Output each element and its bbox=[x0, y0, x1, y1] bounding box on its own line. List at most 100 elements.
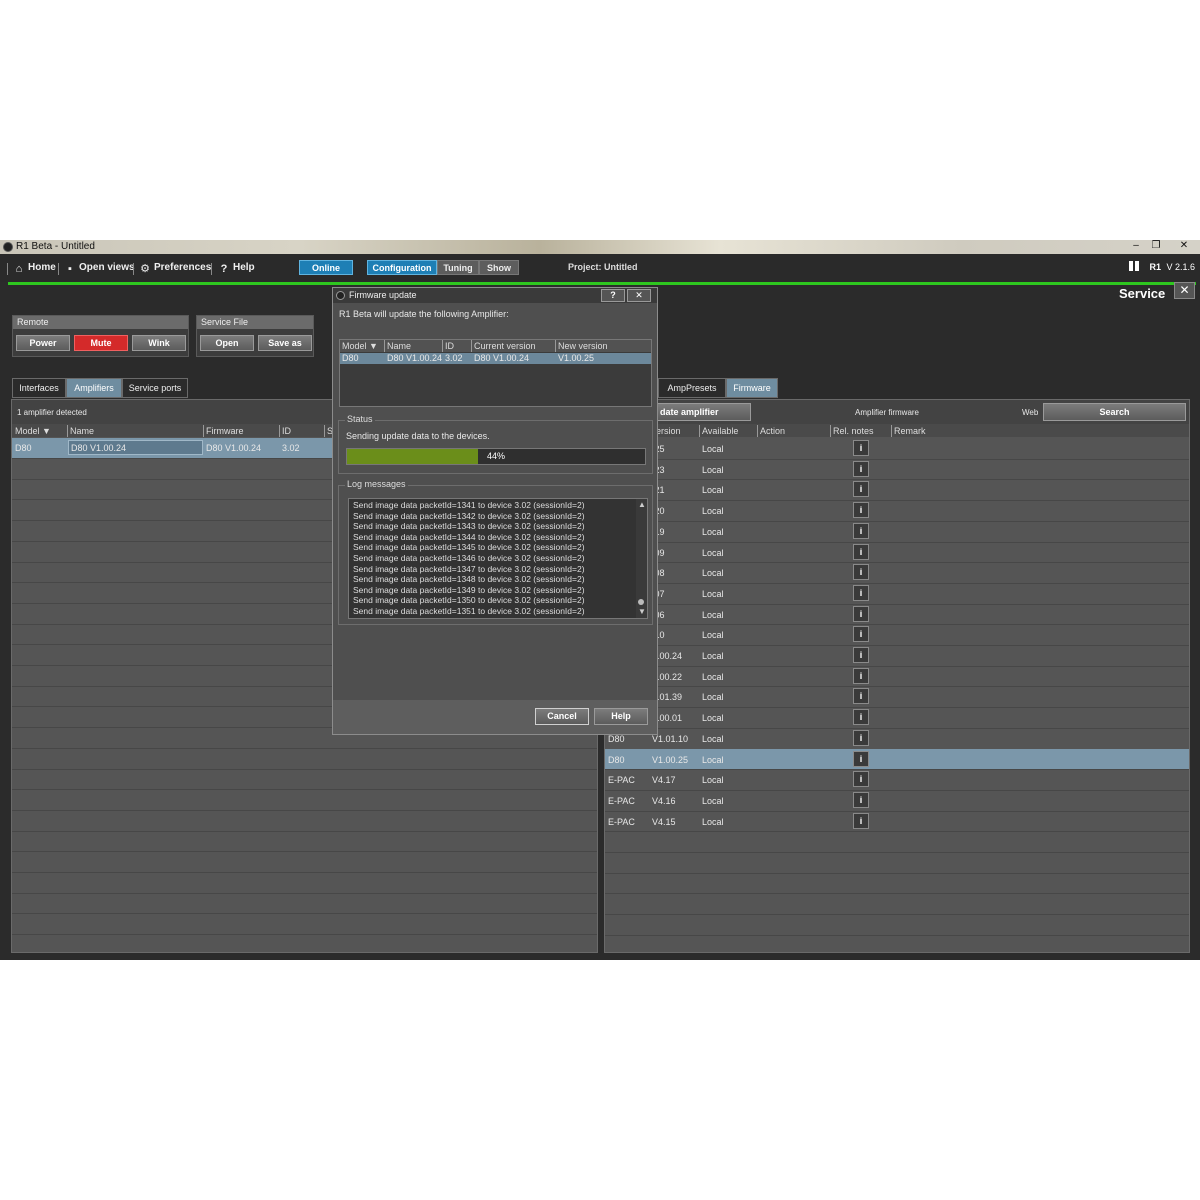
info-icon[interactable]: i bbox=[853, 584, 869, 601]
table-row[interactable]: 1.00.22 Local i bbox=[605, 666, 1189, 686]
dlg-column-model[interactable]: Model ▼ bbox=[342, 340, 378, 352]
table-row[interactable]: D80 V1.01.10 Local i bbox=[605, 728, 1189, 748]
column-rel-notes[interactable]: Rel. notes bbox=[833, 425, 874, 437]
dlg-cell-model: D80 bbox=[342, 353, 359, 363]
info-icon[interactable]: i bbox=[853, 502, 869, 519]
service-close-button[interactable]: ✕ bbox=[1174, 282, 1195, 299]
table-row[interactable]: .23 Local i bbox=[605, 459, 1189, 479]
table-row[interactable]: E-PAC V4.17 Local i bbox=[605, 769, 1189, 789]
tab-firmware[interactable]: Firmware bbox=[726, 378, 778, 398]
menu-preferences[interactable]: ⚙ Preferences bbox=[139, 262, 211, 275]
tab-tuning[interactable]: Tuning bbox=[437, 260, 479, 275]
gear-icon: ⚙ bbox=[140, 263, 150, 275]
menu-help-label: Help bbox=[233, 262, 255, 273]
update-list-row[interactable]: D80 D80 V1.00.24 3.02 D80 V1.00.24 V1.00… bbox=[340, 353, 651, 364]
table-row[interactable]: .10 Local i bbox=[605, 624, 1189, 644]
open-button[interactable]: Open bbox=[200, 335, 254, 351]
dialog-footer: Cancel Help bbox=[333, 700, 657, 734]
tab-show[interactable]: Show bbox=[479, 260, 519, 275]
column-version[interactable]: ersion bbox=[656, 425, 681, 437]
column-remark[interactable]: Remark bbox=[894, 425, 926, 437]
scroll-thumb[interactable] bbox=[638, 599, 644, 605]
save-as-button[interactable]: Save as bbox=[258, 335, 312, 351]
dlg-column-current[interactable]: Current version bbox=[474, 340, 536, 352]
tab-configuration[interactable]: Configuration bbox=[367, 260, 437, 275]
minimize-button[interactable]: – bbox=[1126, 240, 1146, 252]
mute-button[interactable]: Mute bbox=[74, 335, 128, 351]
info-icon[interactable]: i bbox=[853, 543, 869, 560]
search-button[interactable]: Search bbox=[1043, 403, 1186, 421]
table-row[interactable]: .20 Local i bbox=[605, 500, 1189, 520]
info-icon[interactable]: i bbox=[853, 812, 869, 829]
info-icon[interactable]: i bbox=[853, 647, 869, 663]
cell-available: Local bbox=[702, 733, 724, 744]
log-messages-box[interactable]: Send image data packetId=1341 to device … bbox=[348, 498, 648, 619]
column-available[interactable]: Available bbox=[702, 425, 738, 437]
dialog-close-button[interactable]: ✕ bbox=[627, 289, 651, 302]
table-row[interactable]: 1.00.24 Local i bbox=[605, 645, 1189, 665]
table-row[interactable]: .07 Local i bbox=[605, 583, 1189, 603]
menu-help[interactable]: ? Help bbox=[218, 262, 255, 275]
table-row[interactable]: .09 Local i bbox=[605, 542, 1189, 562]
info-icon[interactable]: i bbox=[853, 729, 869, 746]
info-icon[interactable]: i bbox=[853, 440, 869, 456]
wink-button[interactable]: Wink bbox=[132, 335, 186, 351]
column-id[interactable]: ID bbox=[282, 425, 291, 437]
table-row[interactable]: 1.01.39 Local i bbox=[605, 686, 1189, 706]
cancel-button[interactable]: Cancel bbox=[535, 708, 589, 725]
table-row[interactable]: 1.00.01 Local i bbox=[605, 707, 1189, 727]
dlg-column-id[interactable]: ID bbox=[445, 340, 454, 352]
grid-icon bbox=[1129, 261, 1139, 271]
close-window-button[interactable]: ✕ bbox=[1174, 240, 1194, 252]
column-separator bbox=[442, 340, 443, 352]
info-icon[interactable]: i bbox=[853, 626, 869, 643]
table-row[interactable]: .19 Local i bbox=[605, 521, 1189, 541]
table-row[interactable]: .08 Local i bbox=[605, 562, 1189, 582]
info-icon[interactable]: i bbox=[853, 750, 869, 767]
table-row[interactable]: .25 Local i bbox=[605, 438, 1189, 458]
restore-button[interactable]: ❐ bbox=[1146, 240, 1166, 252]
info-icon[interactable]: i bbox=[853, 667, 869, 684]
remote-group: Remote Power Mute Wink bbox=[12, 315, 189, 357]
column-firmware[interactable]: Firmware bbox=[206, 425, 244, 437]
tab-service-ports[interactable]: Service ports bbox=[122, 378, 188, 398]
scroll-up-icon[interactable]: ▲ bbox=[638, 500, 646, 509]
dlg-column-name[interactable]: Name bbox=[387, 340, 411, 352]
info-icon[interactable]: i bbox=[853, 460, 869, 477]
info-icon[interactable]: i bbox=[853, 564, 869, 581]
column-name[interactable]: Name bbox=[70, 425, 94, 437]
log-scrollbar[interactable]: ▲ ▼ bbox=[636, 499, 647, 618]
scroll-down-icon[interactable]: ▼ bbox=[638, 607, 646, 616]
menu-home[interactable]: ⌂ Home bbox=[13, 262, 56, 275]
table-row[interactable]: E-PAC V4.16 Local i bbox=[605, 790, 1189, 810]
dlg-cell-current: D80 V1.00.24 bbox=[474, 353, 530, 363]
info-icon[interactable]: i bbox=[853, 522, 869, 539]
column-action[interactable]: Action bbox=[760, 425, 785, 437]
column-separator bbox=[471, 340, 472, 352]
tab-amplifiers[interactable]: Amplifiers bbox=[66, 378, 122, 398]
update-amplifier-button[interactable]: date amplifier bbox=[645, 403, 751, 421]
dialog-help-footer-button[interactable]: Help bbox=[594, 708, 648, 725]
dialog-help-button[interactable]: ? bbox=[601, 289, 625, 302]
power-button[interactable]: Power bbox=[16, 335, 70, 351]
column-model[interactable]: Model ▼ bbox=[15, 425, 51, 437]
status-line bbox=[8, 282, 1196, 285]
table-row[interactable]: E-PAC V4.15 Local i bbox=[605, 811, 1189, 831]
cell-available: Local bbox=[702, 651, 724, 661]
table-row[interactable]: D80 V1.00.25 Local i bbox=[605, 748, 1189, 769]
dlg-column-new[interactable]: New version bbox=[558, 340, 608, 352]
info-icon[interactable]: i bbox=[853, 791, 869, 808]
table-row[interactable]: .06 Local i bbox=[605, 604, 1189, 624]
info-icon[interactable]: i bbox=[853, 605, 869, 622]
tab-interfaces[interactable]: Interfaces bbox=[12, 378, 66, 398]
online-button[interactable]: Online bbox=[299, 260, 353, 275]
info-icon[interactable]: i bbox=[853, 771, 869, 788]
table-row[interactable]: .21 Local i bbox=[605, 479, 1189, 499]
info-icon[interactable]: i bbox=[853, 481, 869, 498]
menu-open-views[interactable]: ▪ Open views bbox=[64, 262, 135, 275]
info-icon[interactable]: i bbox=[853, 709, 869, 726]
info-icon[interactable]: i bbox=[853, 688, 869, 705]
tab-amppresets[interactable]: AmpPresets bbox=[658, 378, 726, 398]
name-edit-field[interactable]: D80 V1.00.24 bbox=[68, 440, 203, 455]
row-separator bbox=[605, 934, 1189, 936]
